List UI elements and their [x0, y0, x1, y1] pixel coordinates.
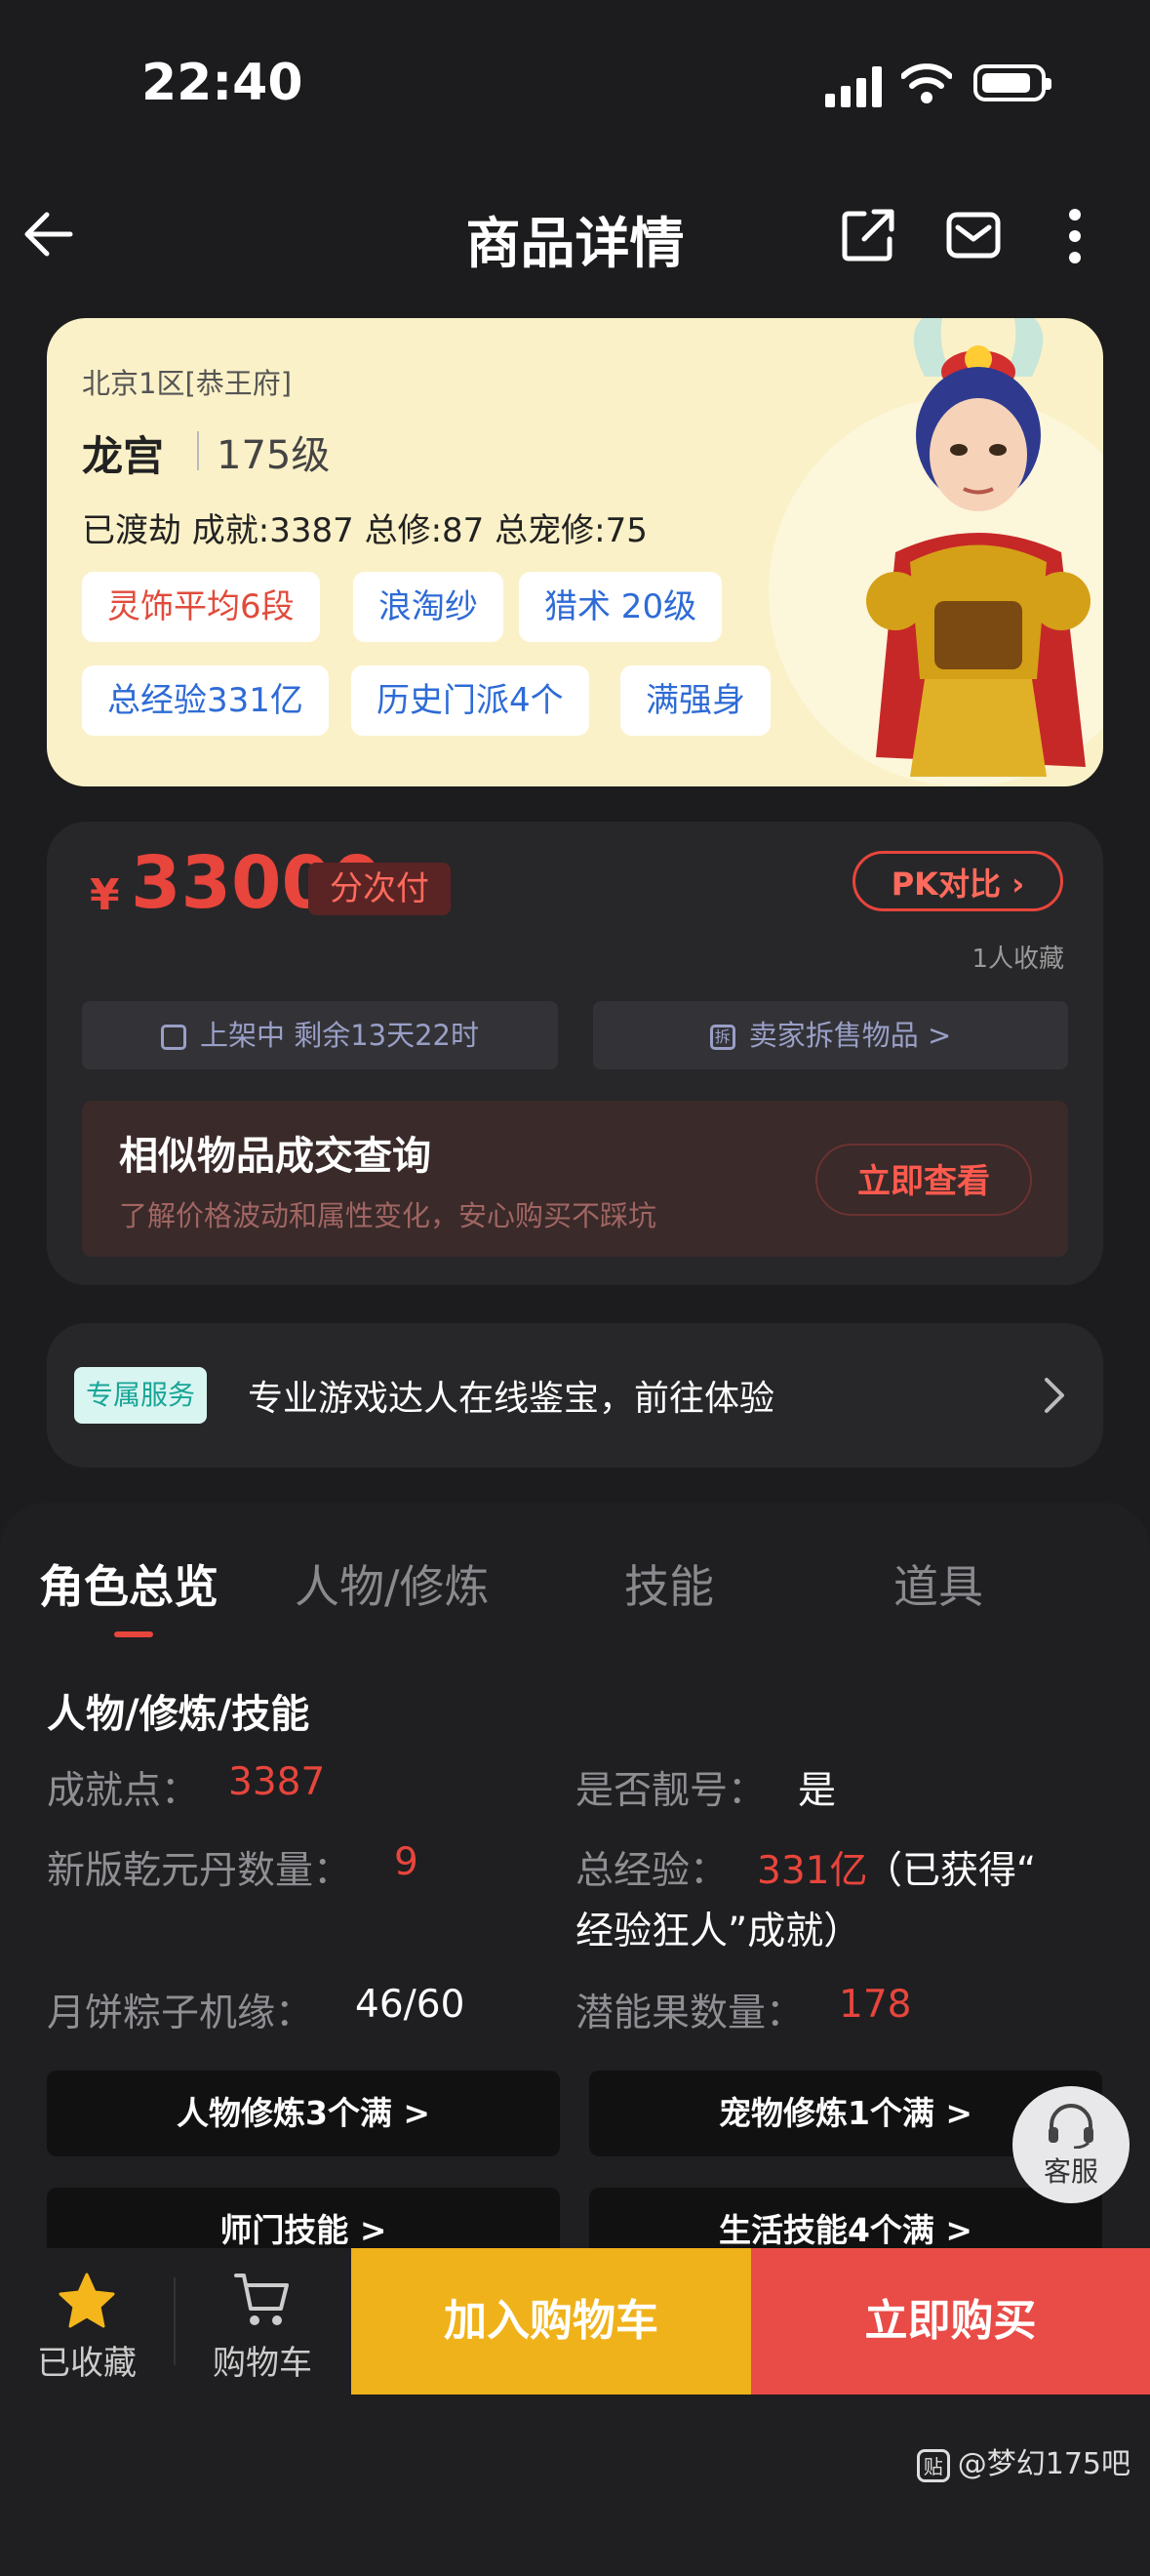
chevron-right-icon: › — [1011, 865, 1025, 903]
character-portrait — [866, 318, 1091, 777]
calendar-icon — [160, 1025, 186, 1050]
customer-service-label: 客服 — [1043, 2155, 1098, 2188]
listing-status-pill: 上架中 剩余13天22时 — [82, 1001, 558, 1069]
pill-count-label: 新版乾元丹数量： — [47, 1849, 352, 1893]
tag: 浪淘纱 — [353, 572, 503, 642]
favorite-button[interactable]: 已收藏 — [0, 2248, 174, 2395]
tag: 猎术 20级 — [519, 572, 723, 642]
exp-label: 总经验： — [575, 1849, 729, 1893]
detail-panel: 角色总览 人物/修炼 技能 道具 人物/修炼/技能 成就点： 3387 是否靓号… — [0, 1503, 1150, 2576]
service-badge: 专属服务 — [74, 1367, 208, 1424]
tag: 历史门派4个 — [351, 665, 589, 736]
similar-subtitle: 了解价格波动和属性变化，安心购买不踩坑 — [119, 1199, 657, 1232]
school-name: 龙宫 — [82, 432, 165, 480]
battery-icon — [973, 64, 1051, 101]
similar-items-box[interactable]: 相似物品成交查询 了解价格波动和属性变化，安心购买不踩坑 立即查看 — [82, 1101, 1068, 1257]
price-card: ¥ 33000 分次付 PK对比 › 1人收藏 上架中 剩余13天22时 拆卖家… — [47, 822, 1103, 1285]
tab-overview[interactable]: 角色总览 — [39, 1551, 218, 1616]
add-to-cart-button[interactable]: 加入购物车 — [351, 2248, 751, 2395]
split-icon: 拆 — [709, 1025, 735, 1050]
tab-character-cultivation[interactable]: 人物/修炼 — [295, 1551, 490, 1616]
exp-value: 331亿 — [757, 1849, 868, 1893]
server-name: 北京1区[恭王府] — [82, 367, 293, 400]
similar-title: 相似物品成交查询 — [119, 1134, 431, 1179]
watermark-text: @梦幻175吧 — [957, 2447, 1130, 2481]
cart-icon — [234, 2274, 289, 2325]
tieba-logo-icon: 贴 — [916, 2448, 950, 2482]
divider — [197, 431, 199, 470]
favorite-label: 已收藏 — [37, 2344, 137, 2383]
tab-items[interactable]: 道具 — [893, 1551, 983, 1616]
character-cultivation-button[interactable]: 人物修炼3个满 > — [47, 2071, 560, 2156]
tab-skills[interactable]: 技能 — [624, 1551, 714, 1616]
mail-icon[interactable] — [946, 210, 1001, 261]
star-icon — [59, 2273, 115, 2328]
installment-badge[interactable]: 分次付 — [308, 863, 451, 915]
active-tab-indicator — [114, 1631, 153, 1637]
potential-label: 潜能果数量： — [575, 1992, 805, 2035]
watermark: 贴 @梦幻175吧 — [916, 2439, 1130, 2482]
currency-symbol: ¥ — [90, 870, 120, 920]
status-time: 22:40 — [141, 54, 303, 112]
pill-count-value: 9 — [394, 1840, 418, 1884]
character-card[interactable]: 北京1区[恭王府] 龙宫 175级 已渡劫 成就:3387 总修:87 总宠修:… — [47, 318, 1103, 786]
favorite-count: 1人收藏 — [972, 945, 1064, 974]
cellular-signal-icon — [825, 66, 884, 107]
listing-status: 上架中 剩余13天22时 — [199, 1019, 480, 1052]
customer-service-button[interactable]: 客服 — [1012, 2086, 1130, 2203]
potential-value: 178 — [839, 1983, 912, 2027]
tag: 满强身 — [620, 665, 771, 736]
more-icon[interactable] — [1063, 207, 1087, 265]
cart-label: 购物车 — [213, 2344, 312, 2383]
pk-compare-button[interactable]: PK对比 › — [853, 851, 1063, 911]
tag: 总经验331亿 — [82, 665, 329, 736]
character-stats: 已渡劫 成就:3387 总修:87 总宠修:75 — [82, 511, 648, 550]
cart-button[interactable]: 购物车 — [176, 2248, 349, 2395]
achievement-label: 成就点： — [47, 1769, 200, 1813]
service-banner[interactable]: 专属服务 专业游戏达人在线鉴宝，前往体验 — [47, 1323, 1103, 1468]
seller-split-button[interactable]: 拆卖家拆售物品 > — [593, 1001, 1068, 1069]
share-icon[interactable] — [841, 208, 895, 262]
achievement-value: 3387 — [228, 1760, 326, 1804]
service-text: 专业游戏达人在线鉴宝，前往体验 — [248, 1379, 775, 1419]
pk-compare-label: PK对比 — [891, 865, 1001, 903]
bottom-action-bar: 已收藏 购物车 加入购物车 立即购买 — [0, 2248, 1150, 2395]
section-title: 人物/修炼/技能 — [47, 1692, 310, 1737]
pretty-id-label: 是否靓号： — [575, 1769, 767, 1813]
chevron-right-icon — [1045, 1378, 1064, 1413]
tag: 灵饰平均6段 — [82, 572, 320, 642]
exp-note-continued: 经验狂人”成就） — [575, 1910, 862, 1953]
wifi-icon — [901, 63, 952, 103]
buy-now-button[interactable]: 立即购买 — [751, 2248, 1150, 2395]
mooncake-value: 46/60 — [355, 1983, 465, 2027]
character-level: 175级 — [217, 433, 331, 478]
mooncake-label: 月饼粽子机缘： — [47, 1992, 314, 2035]
pretty-id-value: 是 — [798, 1769, 837, 1813]
headset-icon — [1049, 2104, 1093, 2149]
view-now-button[interactable]: 立即查看 — [815, 1144, 1032, 1216]
exp-note: （已获得“ — [864, 1849, 1037, 1893]
seller-split-label: 卖家拆售物品 > — [748, 1019, 952, 1052]
